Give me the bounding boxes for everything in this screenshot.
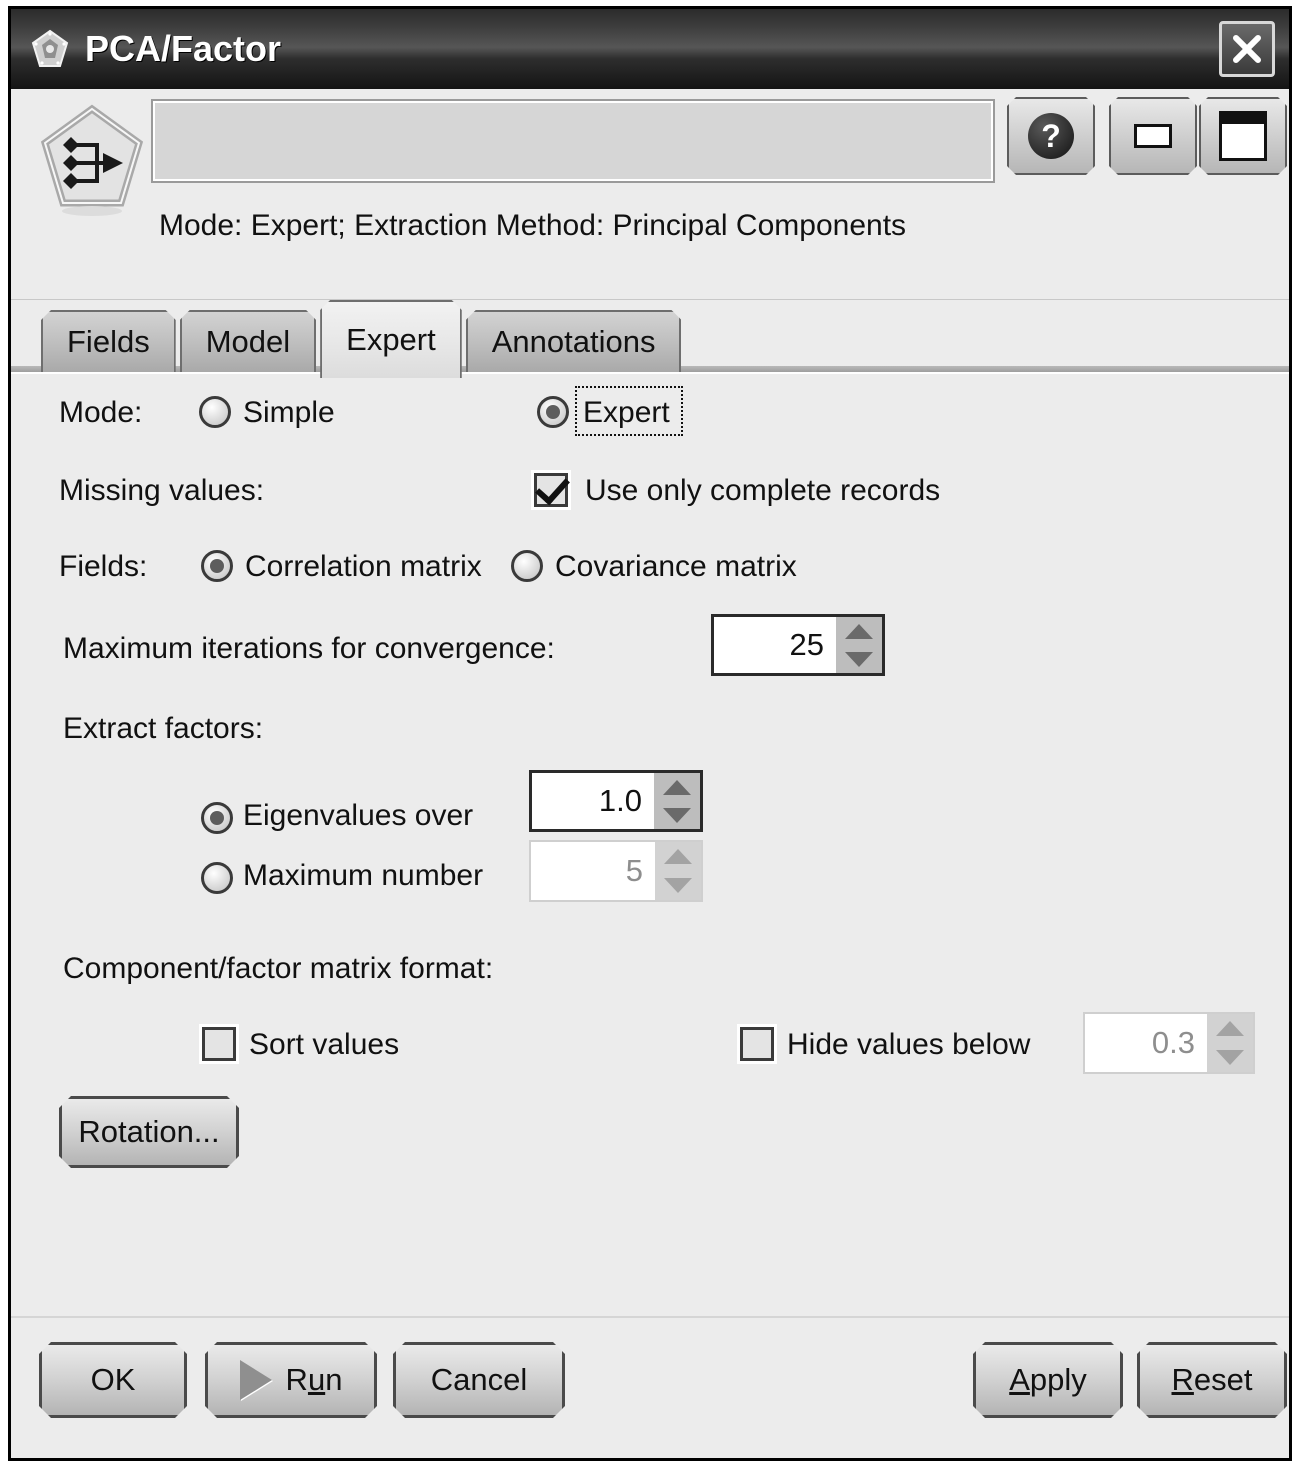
checkbox-hide-values-below[interactable]	[740, 1027, 774, 1061]
triangle-down-icon	[663, 807, 691, 823]
eigenvalues-spinner[interactable]: 1.0	[529, 770, 703, 832]
triangle-down-icon	[664, 878, 692, 893]
pca-factor-dialog: PCA/Factor ? Mode: Expert; Extraction Me…	[0, 0, 1300, 1467]
checkbox-sort-values-wrap	[199, 1024, 239, 1064]
tab-expert[interactable]: Expert	[320, 300, 462, 378]
path-field[interactable]	[151, 99, 995, 183]
radio-mode-simple-label: Simple	[243, 396, 335, 429]
spinner-up-button[interactable]	[654, 773, 700, 801]
reset-button-label: Reset	[1171, 1362, 1253, 1397]
gem-icon	[29, 28, 71, 70]
close-icon	[1233, 35, 1261, 63]
checkbox-complete-records[interactable]	[534, 473, 568, 507]
hide-values-value: 0.3	[1085, 1014, 1207, 1072]
radio-correlation-matrix[interactable]	[201, 550, 233, 582]
max-iterations-label: Maximum iterations for convergence:	[63, 632, 555, 665]
triangle-down-icon	[845, 651, 873, 667]
radio-mode-expert[interactable]	[537, 396, 569, 428]
maximum-number-spinner[interactable]: 5	[529, 840, 703, 902]
radio-eigenvalues-over[interactable]	[201, 802, 233, 834]
maximize-button[interactable]	[1199, 97, 1287, 175]
triangle-down-icon	[1216, 1050, 1244, 1065]
fields-label: Fields:	[59, 550, 148, 583]
matrix-format-label: Component/factor matrix format:	[63, 952, 494, 985]
help-icon: ?	[1028, 113, 1074, 159]
run-button-label: Run	[285, 1362, 343, 1397]
triangle-up-icon	[664, 849, 692, 864]
spinner-down-button	[655, 871, 701, 900]
cancel-button[interactable]: Cancel	[393, 1342, 565, 1418]
hide-values-spinner[interactable]: 0.3	[1083, 1012, 1255, 1074]
eigenvalues-arrows[interactable]	[654, 773, 700, 829]
spinner-up-button	[655, 842, 701, 871]
eigenvalues-value[interactable]: 1.0	[532, 773, 654, 829]
dialog-header: ? Mode: Expert; Extraction Method: Princ…	[11, 89, 1289, 300]
apply-button[interactable]: Apply	[973, 1342, 1123, 1418]
spinner-down-button[interactable]	[654, 801, 700, 829]
spinner-up-button[interactable]	[836, 617, 882, 645]
rotation-button[interactable]: Rotation...	[59, 1096, 239, 1168]
radio-mode-simple[interactable]	[199, 396, 231, 428]
triangle-up-icon	[845, 623, 873, 639]
tab-model[interactable]: Model	[180, 310, 316, 372]
expert-panel: Mode: Simple Expert Missing values: Use …	[11, 372, 1289, 1316]
tab-bar: Fields Model Expert Annotations	[11, 300, 1289, 372]
checkbox-hide-values-wrap	[737, 1024, 777, 1064]
minimize-icon	[1134, 124, 1172, 148]
play-icon	[240, 1360, 272, 1400]
checkbox-sort-values[interactable]	[202, 1027, 236, 1061]
dialog-footer: OK Run Cancel Apply Reset	[11, 1316, 1289, 1458]
spinner-down-button	[1207, 1043, 1253, 1072]
reset-button[interactable]: Reset	[1137, 1342, 1287, 1418]
max-iterations-arrows[interactable]	[836, 617, 882, 673]
radio-eigenvalues-over-label: Eigenvalues over	[243, 799, 474, 832]
checkbox-hide-values-below-label: Hide values below	[787, 1028, 1031, 1061]
maximize-icon	[1219, 111, 1267, 161]
extract-factors-label: Extract factors:	[63, 712, 264, 745]
pca-node-icon	[39, 103, 145, 219]
minimize-button[interactable]	[1109, 97, 1197, 175]
maximum-number-arrows	[655, 842, 701, 900]
mode-label: Mode:	[59, 396, 143, 429]
hide-values-arrows	[1207, 1014, 1253, 1072]
close-button[interactable]	[1219, 21, 1275, 77]
tab-fields[interactable]: Fields	[41, 310, 176, 372]
max-iterations-spinner[interactable]: 25	[711, 614, 885, 676]
radio-maximum-number[interactable]	[201, 862, 233, 894]
radio-maximum-number-label: Maximum number	[243, 859, 484, 892]
triangle-up-icon	[663, 779, 691, 795]
run-button[interactable]: Run	[205, 1342, 377, 1418]
checkbox-complete-records-wrap	[531, 470, 571, 510]
tab-annotations[interactable]: Annotations	[466, 310, 682, 372]
max-iterations-value[interactable]: 25	[714, 617, 836, 673]
dialog-window: PCA/Factor ? Mode: Expert; Extraction Me…	[8, 6, 1292, 1461]
spinner-down-button[interactable]	[836, 645, 882, 673]
radio-covariance-matrix-label: Covariance matrix	[555, 550, 797, 583]
apply-button-label: Apply	[1009, 1362, 1087, 1397]
window-title: PCA/Factor	[85, 28, 282, 69]
checkbox-sort-values-label: Sort values	[249, 1028, 400, 1061]
mode-summary: Mode: Expert; Extraction Method: Princip…	[159, 209, 907, 242]
triangle-up-icon	[1216, 1021, 1244, 1036]
maximum-number-value: 5	[531, 842, 655, 900]
spinner-up-button	[1207, 1014, 1253, 1043]
checkbox-complete-records-label: Use only complete records	[585, 474, 941, 507]
radio-correlation-matrix-label: Correlation matrix	[245, 550, 482, 583]
radio-covariance-matrix[interactable]	[511, 550, 543, 582]
missing-values-label: Missing values:	[59, 474, 265, 507]
title-bar: PCA/Factor	[11, 9, 1289, 89]
radio-mode-expert-label: Expert	[583, 396, 670, 429]
ok-button[interactable]: OK	[39, 1342, 187, 1418]
help-button[interactable]: ?	[1007, 97, 1095, 175]
